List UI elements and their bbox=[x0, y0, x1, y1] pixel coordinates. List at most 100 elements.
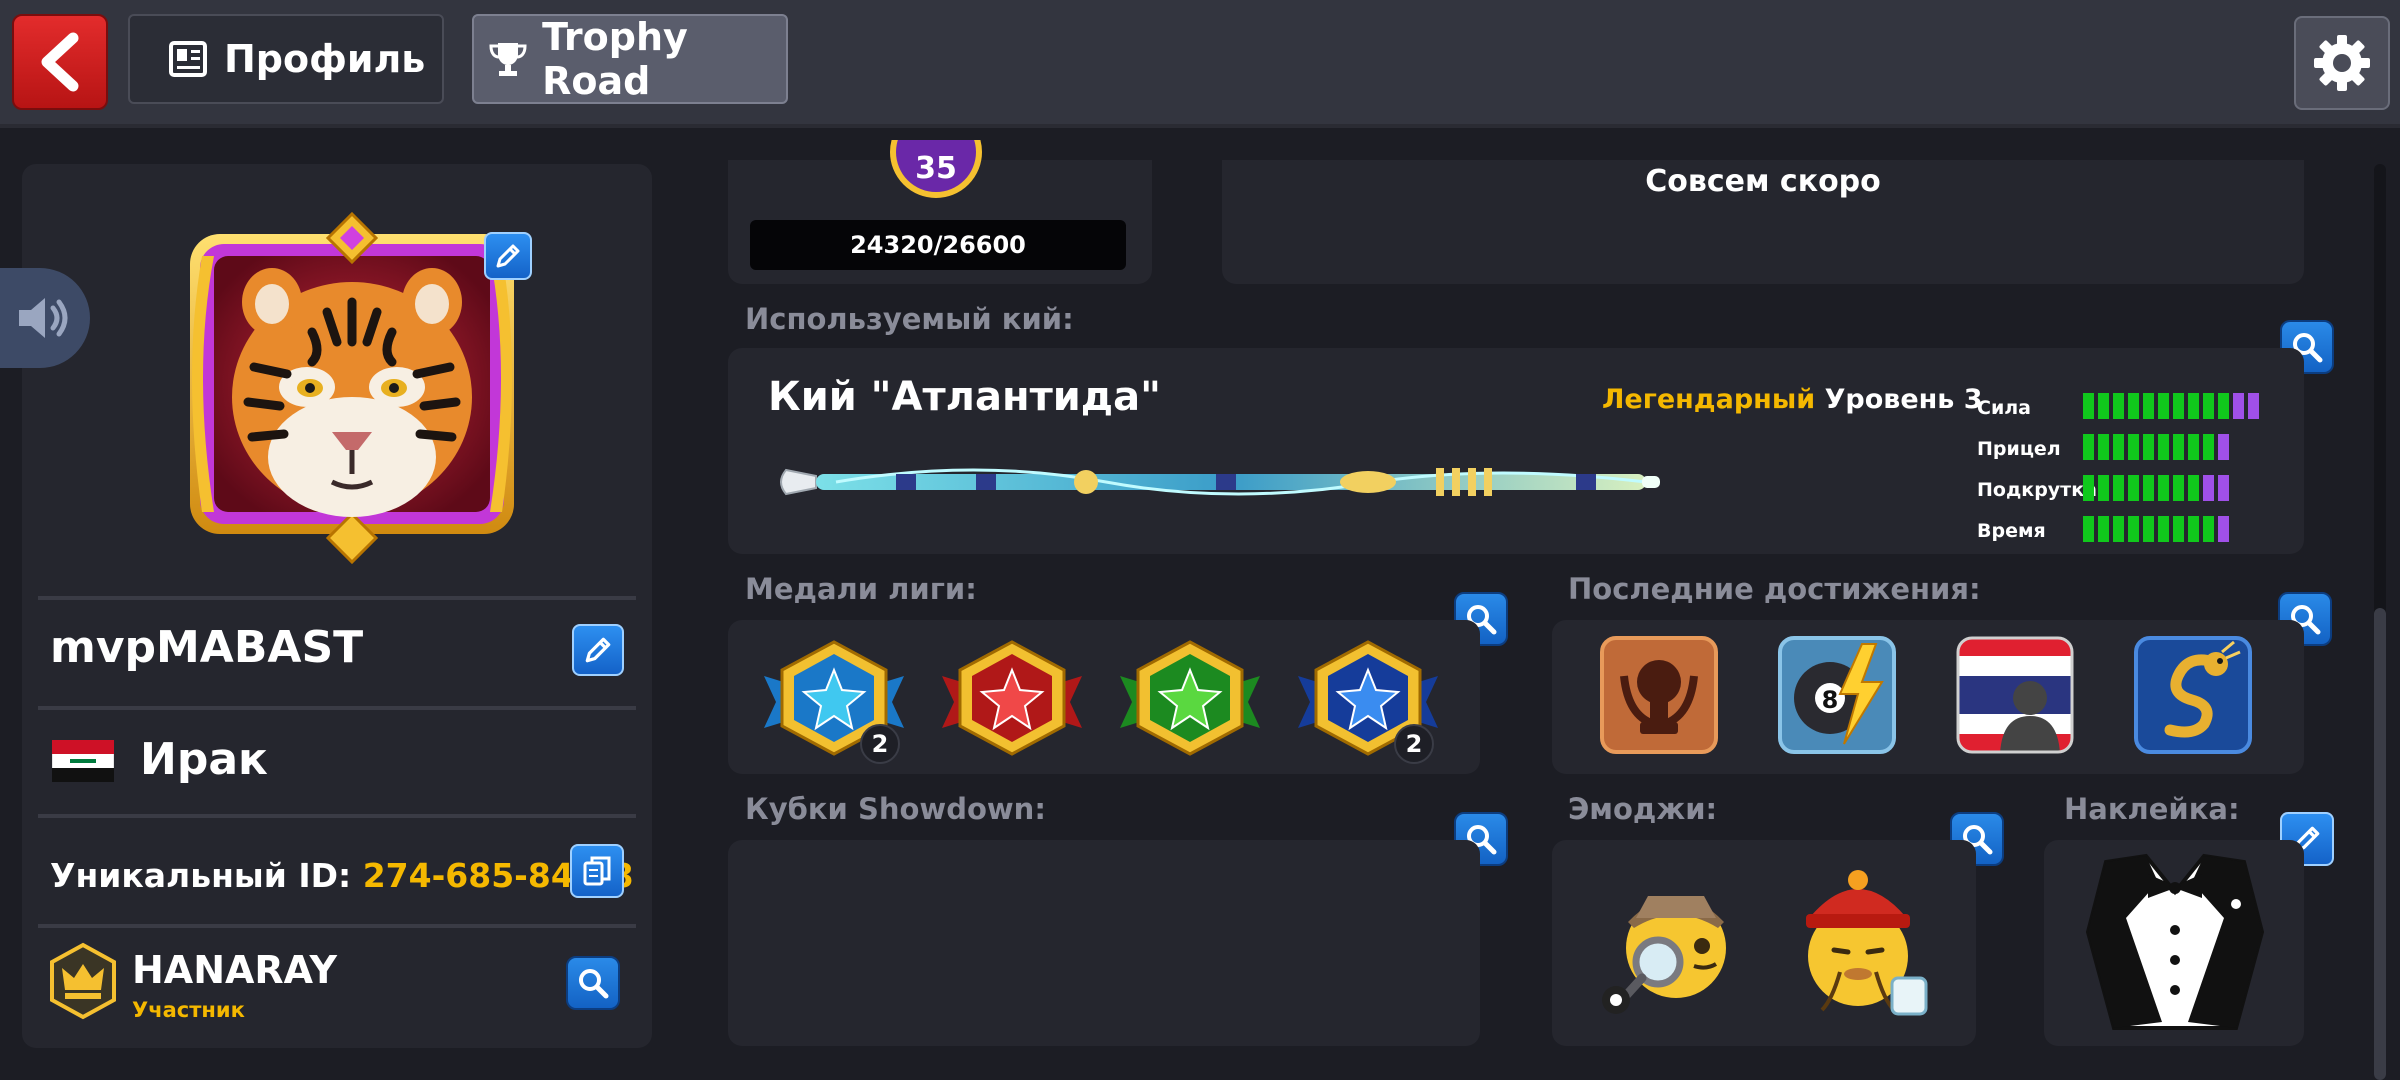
stat-segment-filled bbox=[2158, 475, 2169, 501]
stat-segment-filled bbox=[2173, 393, 2184, 419]
league-medal-green-icon[interactable] bbox=[1116, 640, 1264, 756]
username: mvpMABAST bbox=[50, 622, 364, 673]
back-button[interactable] bbox=[12, 14, 108, 110]
cue-rarity-level: Легендарный Уровень 3 bbox=[1602, 384, 1983, 415]
gear-icon bbox=[2314, 35, 2370, 91]
tab-profile[interactable]: Профиль bbox=[128, 14, 444, 104]
stat-segment-filled bbox=[2188, 475, 2199, 501]
tab-profile-label: Профиль bbox=[224, 37, 426, 81]
stat-segment-filled bbox=[2083, 393, 2094, 419]
detective-emoji-icon[interactable] bbox=[1598, 866, 1742, 1016]
stat-segment-filled bbox=[2113, 393, 2124, 419]
tuxedo-sticker-icon[interactable] bbox=[2085, 852, 2265, 1034]
settings-button[interactable] bbox=[2294, 16, 2390, 110]
stat-power-label: Сила bbox=[1977, 397, 2031, 419]
stat-segment-filled bbox=[2128, 475, 2139, 501]
trophy-silhouette-icon[interactable] bbox=[1600, 636, 1718, 754]
stat-segment-filled bbox=[2188, 434, 2199, 460]
coming-soon-text: Совсем скоро bbox=[1645, 164, 1881, 199]
level-progress-text: 24320/26600 bbox=[850, 231, 1026, 259]
league-medal-red-icon[interactable] bbox=[938, 640, 1086, 756]
scrollbar[interactable] bbox=[2374, 164, 2386, 1080]
stat-segment-filled bbox=[2083, 475, 2094, 501]
trophy-icon bbox=[488, 37, 528, 81]
cue-section-label: Используемый кий: bbox=[745, 302, 1074, 336]
achievements-label: Последние достижения: bbox=[1568, 572, 1981, 606]
stat-time-bar bbox=[2083, 516, 2229, 542]
club-name: HANARAY bbox=[132, 948, 337, 992]
stat-segment-filled bbox=[2203, 393, 2214, 419]
stat-segment-filled bbox=[2113, 516, 2124, 542]
stat-segment-filled bbox=[2098, 434, 2109, 460]
stat-segment-filled bbox=[2188, 393, 2199, 419]
stat-segment-upgrade bbox=[2248, 393, 2259, 419]
copy-id-button[interactable] bbox=[570, 844, 624, 898]
stat-segment-filled bbox=[2113, 475, 2124, 501]
level-badge: 35 bbox=[890, 140, 982, 200]
divider bbox=[38, 706, 636, 710]
edit-username-button[interactable] bbox=[572, 624, 624, 676]
stat-spin-bar bbox=[2083, 475, 2229, 501]
stat-segment-upgrade bbox=[2218, 434, 2229, 460]
country-name: Ирак bbox=[140, 734, 268, 785]
stat-segment-filled bbox=[2173, 475, 2184, 501]
level-number: 35 bbox=[896, 140, 976, 192]
stat-power-bar bbox=[2083, 393, 2259, 419]
atlantis-cue-icon bbox=[780, 468, 1660, 496]
stat-spin-label: Подкрутка bbox=[1977, 479, 2097, 501]
stat-segment-upgrade bbox=[2203, 475, 2214, 501]
eight-ball-lightning-icon[interactable]: 8 bbox=[1778, 636, 1896, 754]
chevron-left-icon bbox=[41, 32, 79, 92]
unique-id-label: Уникальный ID: bbox=[50, 856, 352, 895]
pencil-icon bbox=[496, 244, 520, 268]
scrollbar-thumb[interactable] bbox=[2374, 608, 2386, 1080]
thailand-flag-avatar-icon[interactable] bbox=[1956, 636, 2074, 754]
stat-segment-filled bbox=[2143, 516, 2154, 542]
stat-segment-filled bbox=[2083, 516, 2094, 542]
medal-count-badge: 2 bbox=[860, 724, 900, 764]
emoji-label: Эмоджи: bbox=[1568, 792, 1718, 826]
stat-segment-filled bbox=[2203, 516, 2214, 542]
chinese-hat-emoji-icon[interactable] bbox=[1792, 860, 1936, 1020]
edit-avatar-button[interactable] bbox=[484, 232, 532, 280]
stat-segment-filled bbox=[2158, 434, 2169, 460]
profile-card-icon bbox=[166, 37, 210, 81]
iraq-flag-icon bbox=[51, 739, 115, 783]
cue-card[interactable]: Кий "Атлантида" Легендарный Уровень 3 bbox=[728, 348, 2304, 554]
stat-segment-upgrade bbox=[2218, 475, 2229, 501]
cue-name: Кий "Атлантида" bbox=[768, 374, 1161, 420]
stat-segment-filled bbox=[2128, 434, 2139, 460]
stat-segment-filled bbox=[2158, 516, 2169, 542]
stat-segment-filled bbox=[2113, 434, 2124, 460]
pencil-icon bbox=[585, 637, 611, 663]
stat-aim-label: Прицел bbox=[1977, 438, 2061, 460]
stat-segment-filled bbox=[2083, 434, 2094, 460]
unique-id-row: Уникальный ID: 274-685-840-8 bbox=[50, 856, 633, 895]
level-progress-bar: 24320/26600 bbox=[750, 220, 1126, 270]
search-icon bbox=[579, 969, 609, 999]
copy-icon bbox=[583, 856, 611, 886]
stat-segment-filled bbox=[2128, 516, 2139, 542]
stat-segment-filled bbox=[2188, 516, 2199, 542]
stat-time-label: Время bbox=[1977, 520, 2046, 542]
tab-trophy-road[interactable]: Trophy Road bbox=[472, 14, 788, 104]
speaker-icon bbox=[19, 298, 68, 338]
showdown-card[interactable] bbox=[728, 840, 1480, 1046]
club-role: Участник bbox=[132, 998, 245, 1022]
club-search-button[interactable] bbox=[566, 956, 620, 1010]
divider bbox=[38, 596, 636, 600]
stat-segment-filled bbox=[2143, 434, 2154, 460]
golden-dragon-icon[interactable] bbox=[2134, 636, 2252, 754]
profile-panel: mvpMABAST Ирак Уникальный ID: 274-685-84… bbox=[22, 164, 652, 1048]
divider bbox=[38, 814, 636, 818]
avatar[interactable] bbox=[162, 192, 542, 572]
divider bbox=[38, 924, 636, 928]
stat-segment-upgrade bbox=[2233, 393, 2244, 419]
league-medals-label: Медали лиги: bbox=[745, 572, 977, 606]
cue-level: Уровень 3 bbox=[1824, 384, 1983, 415]
stat-aim-bar bbox=[2083, 434, 2229, 460]
medal-count-badge: 2 bbox=[1394, 724, 1434, 764]
stat-segment-filled bbox=[2173, 516, 2184, 542]
stat-segment-filled bbox=[2098, 475, 2109, 501]
stat-segment-filled bbox=[2158, 393, 2169, 419]
